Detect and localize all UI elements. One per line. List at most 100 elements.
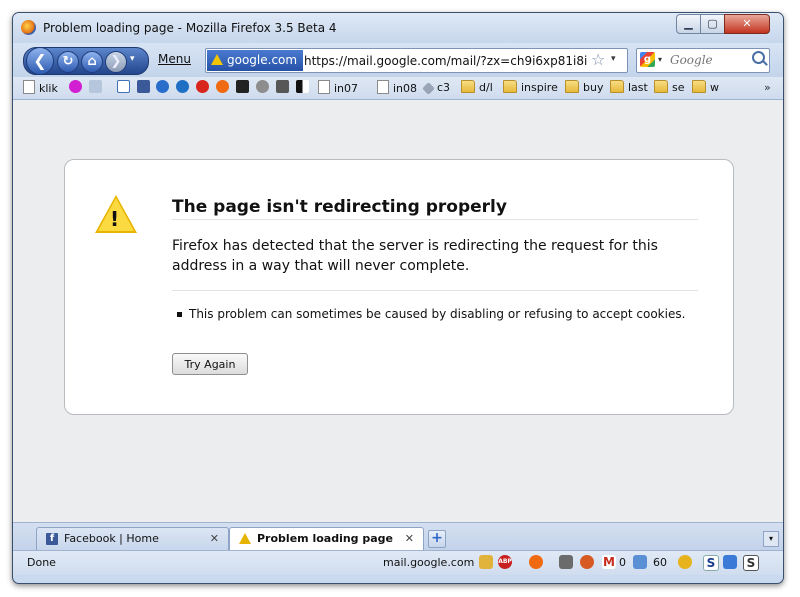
google-engine-icon[interactable]: g [640,52,655,67]
bookmark-label: inspire [521,81,558,94]
url-text[interactable]: https://mail.google.com/mail/?zx=ch9i6xp… [304,54,588,68]
bookmark-item[interactable] [176,80,193,96]
bookmark-label: w [710,81,719,94]
folder-icon [461,80,475,93]
bookmark-item[interactable]: c3 [422,80,450,96]
bookmarks-overflow-button[interactable]: » [764,81,771,94]
bookmarks-toolbar: klik in07 in08 c3 d/l inspire buy last s… [13,77,783,100]
bookmark-label: buy [583,81,604,94]
flower-icon [69,80,82,93]
bookmark-label: d/l [479,81,493,94]
bookmark-item[interactable]: se [654,80,685,96]
folder-icon [565,80,579,93]
tab-facebook[interactable]: f Facebook | Home ✕ [36,527,229,551]
gear-icon[interactable] [580,555,594,569]
tab-list-button[interactable]: ▾ [763,531,779,547]
orange-circle-icon[interactable] [529,555,543,569]
window-title: Problem loading page - Mozilla Firefox 3… [43,21,337,35]
tab-problem-loading-page[interactable]: Problem loading page ✕ [229,527,424,551]
warning-icon [239,533,251,544]
bookmark-icon [89,80,102,93]
engine-dropdown-icon[interactable]: ▾ [658,55,662,64]
home-button[interactable]: ⌂ [81,51,103,73]
blocks-icon [296,80,309,93]
bookmark-item[interactable]: in08 [377,80,417,96]
bookmark-star-icon[interactable]: ☆ [591,50,605,69]
bookmark-label: se [672,81,685,94]
facebook-icon [137,80,150,93]
status-bar: Done mail.google.com ABP M 0 60 S S [13,550,783,575]
mail-count: 0 [619,556,626,569]
bookmark-label: klik [39,82,58,95]
bookmark-item[interactable] [89,80,106,96]
error-hint: This problem can sometimes be caused by … [189,307,686,321]
url-bar[interactable]: google.com https://mail.google.com/mail/… [205,48,628,73]
diamond-icon [422,82,435,95]
search-icon[interactable] [752,51,765,64]
divider [172,290,698,291]
s-box-icon[interactable]: S [743,555,759,571]
page-content: ! The page isn't redirecting properly Fi… [13,100,783,522]
bookmark-label: in07 [334,82,359,95]
title-bar: Problem loading page - Mozilla Firefox 3… [13,13,783,43]
feed-icon[interactable] [633,555,647,569]
warning-exclamation: ! [110,207,120,231]
history-dropdown-icon[interactable]: ▾ [130,54,135,64]
status-text: Done [27,556,56,569]
bookmark-item[interactable]: in07 [318,80,358,96]
bookmark-item[interactable] [256,80,273,96]
facebook-icon: f [46,533,58,545]
bookmark-item[interactable] [156,80,173,96]
firefox-window: Problem loading page - Mozilla Firefox 3… [12,12,784,584]
error-description: Firefox has detected that the server is … [172,238,658,274]
bookmark-item[interactable]: d/l [461,80,493,96]
site-identity-button[interactable]: google.com [207,50,304,71]
bookmark-item[interactable]: buy [565,80,603,96]
red-globe-icon [196,80,209,93]
gmail-icon[interactable]: M [602,555,616,569]
bookmark-item[interactable] [137,80,154,96]
page-icon [318,80,330,94]
maximize-button[interactable]: ▢ [700,14,725,34]
close-tab-icon[interactable]: ✕ [405,528,414,550]
divider [172,219,698,220]
back-button[interactable]: ❮ [26,47,54,75]
bookmark-label: last [628,81,648,94]
bookmark-item[interactable] [196,80,213,96]
bookmark-item[interactable] [117,80,134,96]
search-input[interactable] [670,53,750,67]
reload-button[interactable]: ↻ [57,51,79,73]
page-icon [377,80,389,94]
bookmark-item[interactable]: w [692,80,719,96]
page-icon [23,80,35,94]
error-title: The page isn't redirecting properly [172,197,507,217]
bookmark-item[interactable] [296,80,313,96]
bookmark-item[interactable] [216,80,233,96]
bookmark-label: in08 [393,82,418,95]
s-icon[interactable]: S [703,555,719,571]
close-tab-icon[interactable]: ✕ [210,528,219,550]
smiley-icon[interactable] [678,555,692,569]
minimize-button[interactable]: ▁ [676,14,701,34]
url-history-dropdown-icon[interactable]: ▾ [611,54,616,64]
tab-label: Facebook | Home [64,532,159,545]
bookmark-item[interactable]: last [610,80,648,96]
bookmark-item[interactable] [236,80,253,96]
try-again-button[interactable]: Try Again [172,353,248,375]
adblock-icon[interactable]: ABP [498,555,512,569]
bookmark-item[interactable] [276,80,293,96]
b-icon [276,80,289,93]
shield-icon[interactable] [723,555,737,569]
close-window-button[interactable]: ✕ [724,14,770,34]
forward-button[interactable]: ❯ [105,51,127,73]
search-box[interactable]: g ▾ [636,48,770,73]
firebug-icon[interactable] [559,555,573,569]
cs-icon [236,80,249,93]
status-domain: mail.google.com [383,556,475,569]
bookmark-item[interactable] [69,80,86,96]
bookmark-item[interactable]: klik [23,80,58,96]
menu-button[interactable]: Menu [158,52,191,66]
bookmark-item[interactable]: inspire [503,80,558,96]
new-tab-button[interactable]: + [428,530,446,548]
lock-icon[interactable] [479,555,493,569]
